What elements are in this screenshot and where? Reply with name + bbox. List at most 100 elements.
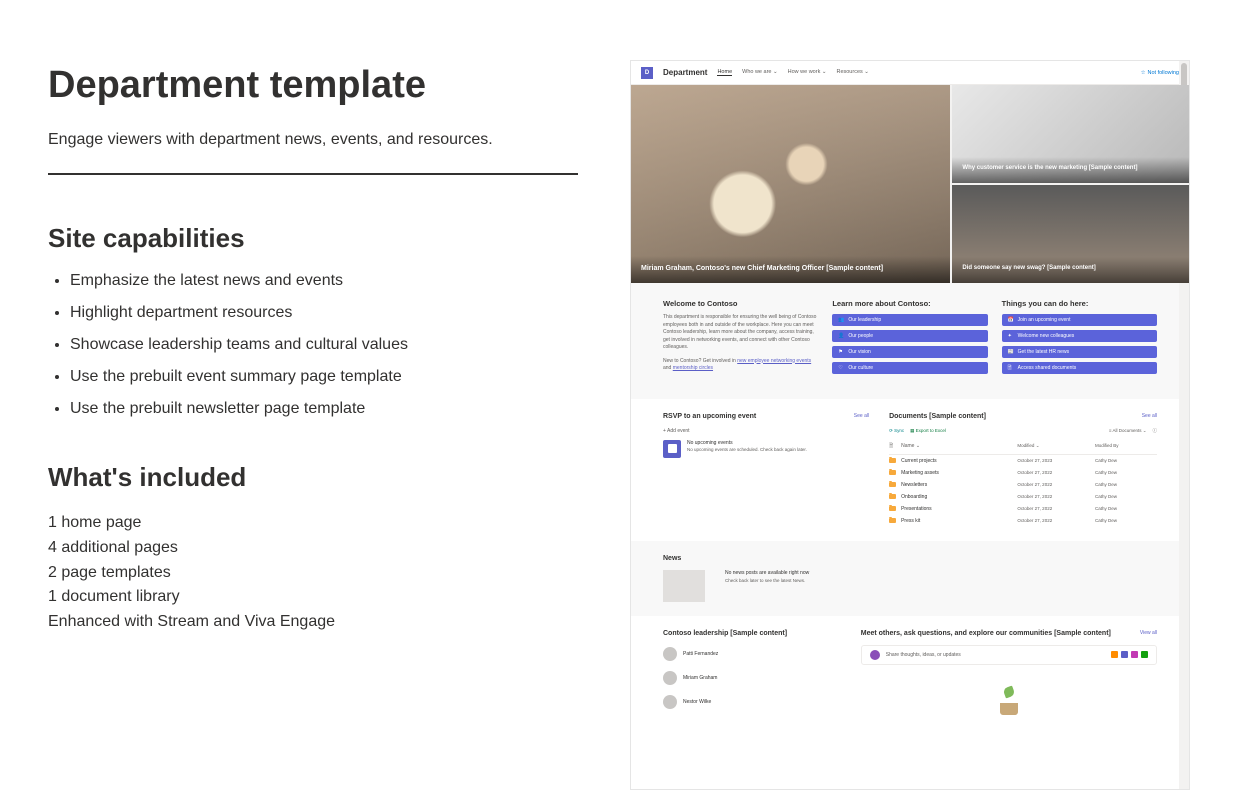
btn-join-event[interactable]: 📅Join an upcoming event bbox=[1002, 314, 1157, 326]
hero-main-tile[interactable]: Miriam Graham, Contoso's new Chief Marke… bbox=[631, 85, 950, 283]
add-event-button[interactable]: + Add event bbox=[663, 428, 869, 434]
no-news-sub: Check back later to see the latest News. bbox=[725, 578, 809, 583]
col-modified[interactable]: Modified ⌄ bbox=[1017, 443, 1095, 451]
doc-modified: October 27, 2022 bbox=[1017, 518, 1095, 523]
person-card[interactable]: Miriam Graham bbox=[663, 671, 841, 685]
view-selector[interactable]: ≡ All Documents ⌄ bbox=[1109, 428, 1147, 434]
welcome-title: Welcome to Contoso bbox=[663, 299, 818, 308]
engage-reaction-icon[interactable] bbox=[1131, 651, 1138, 658]
chevron-down-icon: ⌄ bbox=[864, 69, 869, 75]
chevron-down-icon: ⌄ bbox=[822, 69, 827, 75]
btn-our-leadership[interactable]: 👥Our leadership bbox=[832, 314, 987, 326]
btn-our-vision[interactable]: ⚑Our vision bbox=[832, 346, 987, 358]
engage-view-all[interactable]: View all bbox=[1140, 630, 1157, 636]
person-card[interactable]: Nestor Wilke bbox=[663, 695, 841, 709]
table-row[interactable]: OnboardingOctober 27, 2022Cathy Dew bbox=[889, 491, 1157, 503]
table-row[interactable]: Press kitOctober 27, 2022Cathy Dew bbox=[889, 515, 1157, 527]
heart-icon: ♡ bbox=[838, 365, 844, 371]
folder-icon bbox=[889, 470, 896, 475]
hero-bottom-tile[interactable]: Did someone say new swag? [Sample conten… bbox=[952, 185, 1189, 283]
capability-item: Highlight department resources bbox=[70, 304, 578, 322]
engage-column: Meet others, ask questions, and explore … bbox=[861, 630, 1157, 719]
nav-home[interactable]: Home bbox=[717, 69, 732, 76]
capability-item: Showcase leadership teams and cultural v… bbox=[70, 336, 578, 354]
calendar-tile-icon bbox=[663, 440, 681, 458]
included-item: 1 document library bbox=[48, 585, 578, 610]
plant-illustration bbox=[994, 685, 1024, 715]
welcome-section: Welcome to Contoso This department is re… bbox=[631, 283, 1189, 399]
rsvp-see-all[interactable]: See all bbox=[854, 413, 869, 419]
welcome-link-mentorship[interactable]: mentorship circles bbox=[673, 365, 713, 371]
page-subtitle: Engage viewers with department news, eve… bbox=[48, 131, 578, 149]
flag-icon: ⚑ bbox=[838, 349, 844, 355]
hero-section: Miriam Graham, Contoso's new Chief Marke… bbox=[631, 85, 1189, 283]
doc-modified-by: Cathy Dew bbox=[1095, 458, 1157, 463]
folder-icon bbox=[889, 494, 896, 499]
btn-hr-news[interactable]: 📰Get the latest HR news bbox=[1002, 346, 1157, 358]
doc-modified: October 27, 2023 bbox=[1017, 458, 1095, 463]
description-panel: Department template Engage viewers with … bbox=[48, 64, 578, 635]
included-item: 4 additional pages bbox=[48, 536, 578, 561]
news-placeholder-thumb bbox=[663, 570, 705, 602]
page-title: Department template bbox=[48, 64, 578, 107]
nav-how-we-work[interactable]: How we work ⌄ bbox=[788, 69, 827, 76]
template-preview-screenshot: D Department Home Who we are ⌄ How we wo… bbox=[630, 60, 1190, 790]
export-excel-button[interactable]: ▦ Export to Excel bbox=[910, 428, 946, 434]
doc-modified-by: Cathy Dew bbox=[1095, 494, 1157, 499]
sync-button[interactable]: ⟳ Sync bbox=[889, 428, 904, 434]
included-item: Enhanced with Stream and Viva Engage bbox=[48, 610, 578, 635]
doc-name: Press kit bbox=[901, 518, 1017, 524]
chevron-down-icon: ⌄ bbox=[773, 69, 778, 75]
table-row[interactable]: PresentationsOctober 27, 2022Cathy Dew bbox=[889, 503, 1157, 515]
engage-reaction-icon[interactable] bbox=[1141, 651, 1148, 658]
document-icon: 🗎 bbox=[1008, 365, 1014, 371]
folder-icon bbox=[889, 506, 896, 511]
info-icon[interactable]: ⓘ bbox=[1153, 428, 1158, 434]
people-icon: 👥 bbox=[838, 317, 844, 323]
news-section: News No news posts are available right n… bbox=[631, 541, 1189, 616]
btn-shared-docs[interactable]: 🗎Access shared documents bbox=[1002, 362, 1157, 374]
table-row[interactable]: Current projectsOctober 27, 2023Cathy De… bbox=[889, 455, 1157, 467]
table-row[interactable]: Marketing assetsOctober 27, 2022Cathy De… bbox=[889, 467, 1157, 479]
capabilities-list: Emphasize the latest news and events Hig… bbox=[48, 272, 578, 418]
engage-composer[interactable]: Share thoughts, ideas, or updates bbox=[861, 645, 1157, 665]
follow-button[interactable]: ☆ Not following bbox=[1141, 70, 1179, 76]
btn-welcome-colleagues[interactable]: ✦Welcome new colleagues bbox=[1002, 330, 1157, 342]
doc-name: Newsletters bbox=[901, 482, 1017, 488]
person-card[interactable]: Patti Fernandez bbox=[663, 647, 841, 661]
site-name[interactable]: Department bbox=[663, 68, 707, 77]
nav-resources[interactable]: Resources ⌄ bbox=[836, 69, 868, 76]
site-nav: Home Who we are ⌄ How we work ⌄ Resource… bbox=[717, 69, 868, 76]
folder-icon bbox=[889, 518, 896, 523]
hero-top-caption: Why customer service is the new marketin… bbox=[952, 157, 1189, 183]
site-logo[interactable]: D bbox=[641, 67, 653, 79]
table-row[interactable]: NewslettersOctober 27, 2022Cathy Dew bbox=[889, 479, 1157, 491]
engage-reaction-icon[interactable] bbox=[1111, 651, 1118, 658]
documents-column: Documents [Sample content] See all ⟳ Syn… bbox=[889, 413, 1157, 527]
[interactable] bbox=[1121, 651, 1128, 658]
included-item: 1 home page bbox=[48, 511, 578, 536]
included-list: 1 home page 4 additional pages 2 page te… bbox=[48, 511, 578, 635]
rsvp-column: RSVP to an upcoming event See all + Add … bbox=[663, 413, 869, 527]
docs-see-all[interactable]: See all bbox=[1142, 413, 1157, 419]
capabilities-heading: Site capabilities bbox=[48, 223, 578, 254]
nav-who-we-are[interactable]: Who we are ⌄ bbox=[742, 69, 778, 76]
star-icon: ☆ bbox=[1141, 70, 1146, 76]
folder-icon bbox=[889, 482, 896, 487]
capability-item: Use the prebuilt newsletter page templat… bbox=[70, 400, 578, 418]
rsvp-title: RSVP to an upcoming event bbox=[663, 413, 756, 420]
learn-more-title: Learn more about Contoso: bbox=[832, 299, 987, 308]
welcome-body: This department is responsible for ensur… bbox=[663, 314, 818, 352]
capability-item: Use the prebuilt event summary page temp… bbox=[70, 368, 578, 386]
col-icon: 🗎 bbox=[889, 443, 901, 451]
included-heading: What's included bbox=[48, 462, 578, 493]
btn-our-people[interactable]: 👤Our people bbox=[832, 330, 987, 342]
hero-top-tile[interactable]: Why customer service is the new marketin… bbox=[952, 85, 1189, 183]
btn-our-culture[interactable]: ♡Our culture bbox=[832, 362, 987, 374]
col-modified-by[interactable]: Modified By bbox=[1095, 443, 1157, 451]
welcome-link-networking[interactable]: new employee networking events bbox=[737, 358, 811, 364]
doc-modified-by: Cathy Dew bbox=[1095, 506, 1157, 511]
col-name[interactable]: Name ⌄ bbox=[901, 443, 1017, 451]
engage-placeholder: Share thoughts, ideas, or updates bbox=[886, 652, 961, 658]
news-title: News bbox=[663, 555, 1157, 562]
